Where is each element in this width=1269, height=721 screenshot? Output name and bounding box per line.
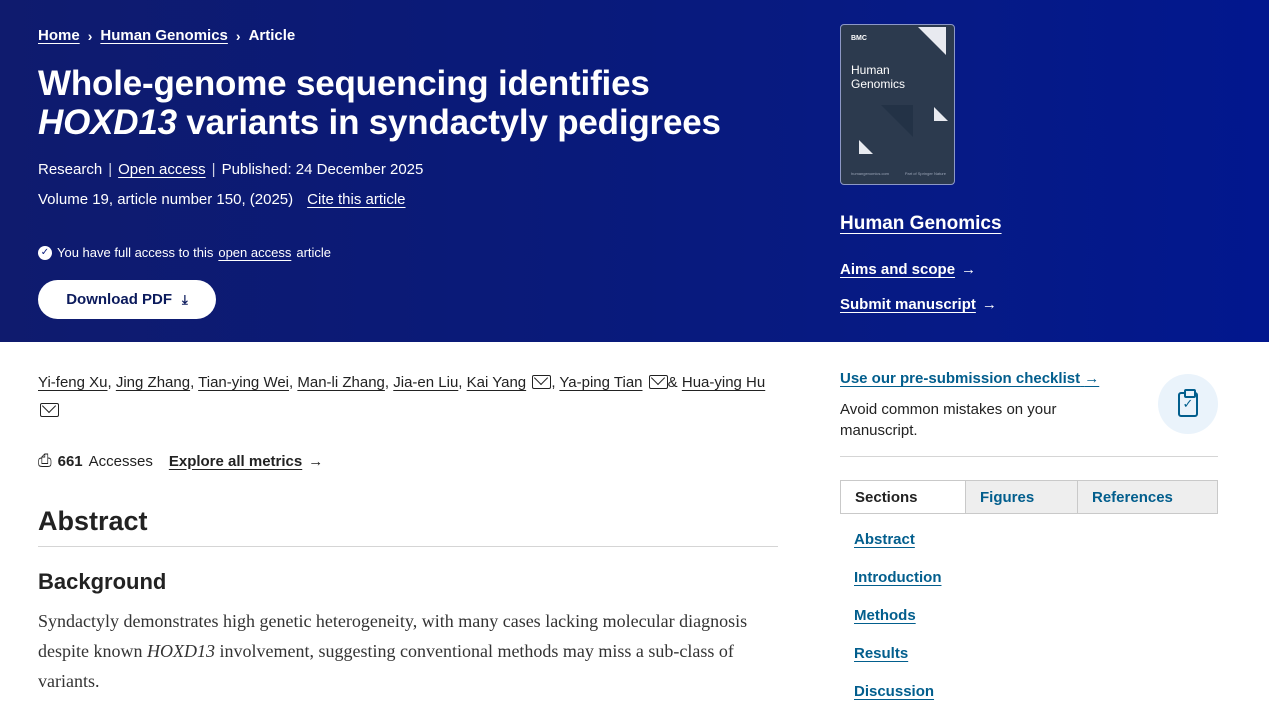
explore-metrics-link[interactable]: Explore all metrics: [169, 453, 302, 470]
access-count: 661: [57, 452, 83, 470]
article-type: Research: [38, 161, 103, 178]
tab-sections[interactable]: Sections: [841, 481, 965, 513]
author-link[interactable]: Jing Zhang: [116, 374, 190, 391]
checklist-description: Avoid common mistakes on your manuscript…: [840, 401, 1057, 439]
accesses-label: Accesses: [88, 452, 153, 470]
article-meta: Research | Open access | Published: 24 D…: [38, 161, 424, 178]
breadcrumb-separator-icon: ›: [87, 27, 93, 44]
divider: [840, 456, 1218, 457]
author-list: Yi-feng Xu, Jing Zhang, Tian-ying Wei, M…: [38, 369, 783, 425]
cite-article-link[interactable]: Cite this article: [307, 191, 405, 208]
article-title: Whole-genome sequencing identifies HOXD1…: [38, 64, 721, 142]
check-circle-icon: ✓: [38, 245, 52, 260]
breadcrumb-separator-icon: ›: [235, 27, 241, 44]
checklist-link[interactable]: Use our pre-submission checklist →: [840, 370, 1099, 387]
author-link[interactable]: Man-li Zhang: [297, 374, 385, 391]
open-access-info-link[interactable]: open access: [218, 245, 291, 260]
cover-title: Human Genomics: [851, 63, 906, 91]
article-header: Home › Human Genomics › Article Whole-ge…: [0, 0, 1269, 342]
open-access-link[interactable]: Open access: [118, 161, 206, 178]
download-pdf-button[interactable]: Download PDF ⤓: [38, 280, 216, 319]
divider: [38, 546, 778, 547]
email-icon[interactable]: [532, 375, 552, 389]
abstract-heading: Abstract: [38, 506, 148, 536]
section-link-methods[interactable]: Methods: [854, 607, 941, 645]
arrow-right-icon: →: [961, 261, 977, 278]
breadcrumb-current: Article: [248, 27, 296, 44]
email-icon[interactable]: [648, 375, 668, 389]
breadcrumb-journal[interactable]: Human Genomics: [100, 27, 228, 44]
tab-references[interactable]: References: [1077, 481, 1217, 513]
author-link[interactable]: Tian-ying Wei: [198, 374, 289, 391]
sidebar-tabs: Sections Figures References: [840, 480, 1218, 514]
cover-brand: BMC: [851, 35, 867, 42]
author-link[interactable]: Jia-en Liu: [393, 374, 458, 391]
breadcrumb-home[interactable]: Home: [38, 27, 80, 44]
background-heading: Background: [38, 569, 167, 594]
cover-footer: humangenomics.com Part of Springer Natur…: [851, 171, 946, 176]
journal-name-link[interactable]: Human Genomics: [840, 213, 1002, 235]
arrow-right-icon: →: [308, 452, 324, 470]
download-icon: ⤓: [182, 291, 188, 307]
sections-list: Abstract Introduction Methods Results Di…: [854, 531, 941, 721]
author-link[interactable]: Yi-feng Xu: [38, 374, 108, 391]
published-date: Published: 24 December 2025: [221, 161, 424, 178]
aims-scope-link[interactable]: Aims and scope →: [840, 261, 976, 278]
submit-manuscript-link[interactable]: Submit manuscript →: [840, 296, 997, 313]
author-link[interactable]: Ya-ping Tian: [559, 374, 642, 391]
metrics-row: ⎙ 661 Accesses Explore all metrics →: [38, 451, 323, 471]
section-link-results[interactable]: Results: [854, 645, 941, 683]
accesses-icon: ⎙: [38, 451, 52, 470]
clipboard-check-icon: ✓: [1158, 374, 1218, 434]
author-link[interactable]: Kai Yang: [467, 374, 527, 391]
volume-info: Volume 19, article number 150, (2025): [38, 191, 294, 208]
article-volume-row: Volume 19, article number 150, (2025) Ci…: [38, 191, 406, 208]
section-link-abstract[interactable]: Abstract: [854, 531, 941, 569]
arrow-right-icon: →: [1084, 370, 1100, 387]
section-link-introduction[interactable]: Introduction: [854, 569, 941, 607]
access-notice: ✓ You have full access to this open acce…: [38, 245, 331, 260]
section-link-discussion[interactable]: Discussion: [854, 683, 941, 721]
background-paragraph: Syndactyly demonstrates high genetic het…: [38, 611, 748, 691]
arrow-right-icon: →: [981, 296, 997, 313]
tab-figures[interactable]: Figures: [965, 481, 1077, 513]
breadcrumb: Home › Human Genomics › Article: [38, 27, 295, 44]
author-link[interactable]: Hua-ying Hu: [682, 374, 765, 391]
email-icon[interactable]: [40, 403, 59, 417]
journal-cover[interactable]: BMC Human Genomics humangenomics.com Par…: [840, 24, 955, 185]
